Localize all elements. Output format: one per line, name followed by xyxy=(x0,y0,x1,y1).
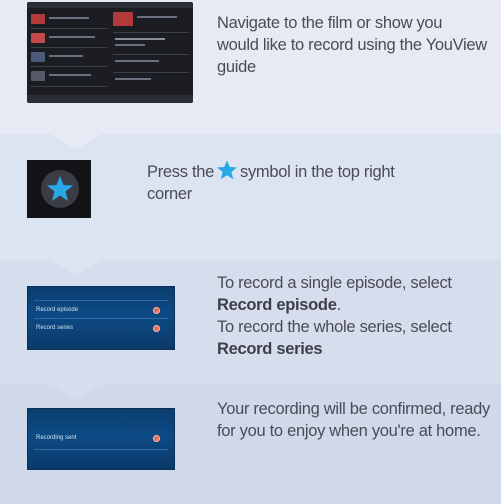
star-icon xyxy=(217,160,237,180)
step-navigate: Navigate to the film or show you would l… xyxy=(0,0,501,134)
record-options-screen: ​ Record episode Record series xyxy=(27,286,175,350)
step-confirmed: Recording sent Your recording will be co… xyxy=(0,384,501,504)
recording-confirmation-screen: Recording sent xyxy=(27,408,175,470)
step-3-text: To record a single episode, select Recor… xyxy=(217,274,452,358)
record-series-icon xyxy=(153,325,160,332)
step-4-text: Your recording will be confirmed, ready … xyxy=(217,400,490,440)
step-press-star: Press the symbol in the top right corner xyxy=(0,134,501,260)
step-select-record: ​ Record episode Record series To record… xyxy=(0,260,501,384)
record-episode-item: Record episode xyxy=(36,307,79,313)
record-icon xyxy=(153,307,160,314)
step-2-text: Press the symbol in the top right corner xyxy=(147,160,407,205)
record-series-item: Record series xyxy=(36,325,74,331)
star-icon xyxy=(47,176,73,201)
step-1-text: Navigate to the film or show you would l… xyxy=(217,14,487,76)
guide-screenshot-2 xyxy=(109,2,193,103)
guide-screenshot-1 xyxy=(27,2,111,103)
recording-sent-item: Recording sent xyxy=(36,435,77,441)
star-button-image xyxy=(27,160,91,218)
record-icon xyxy=(153,435,160,442)
